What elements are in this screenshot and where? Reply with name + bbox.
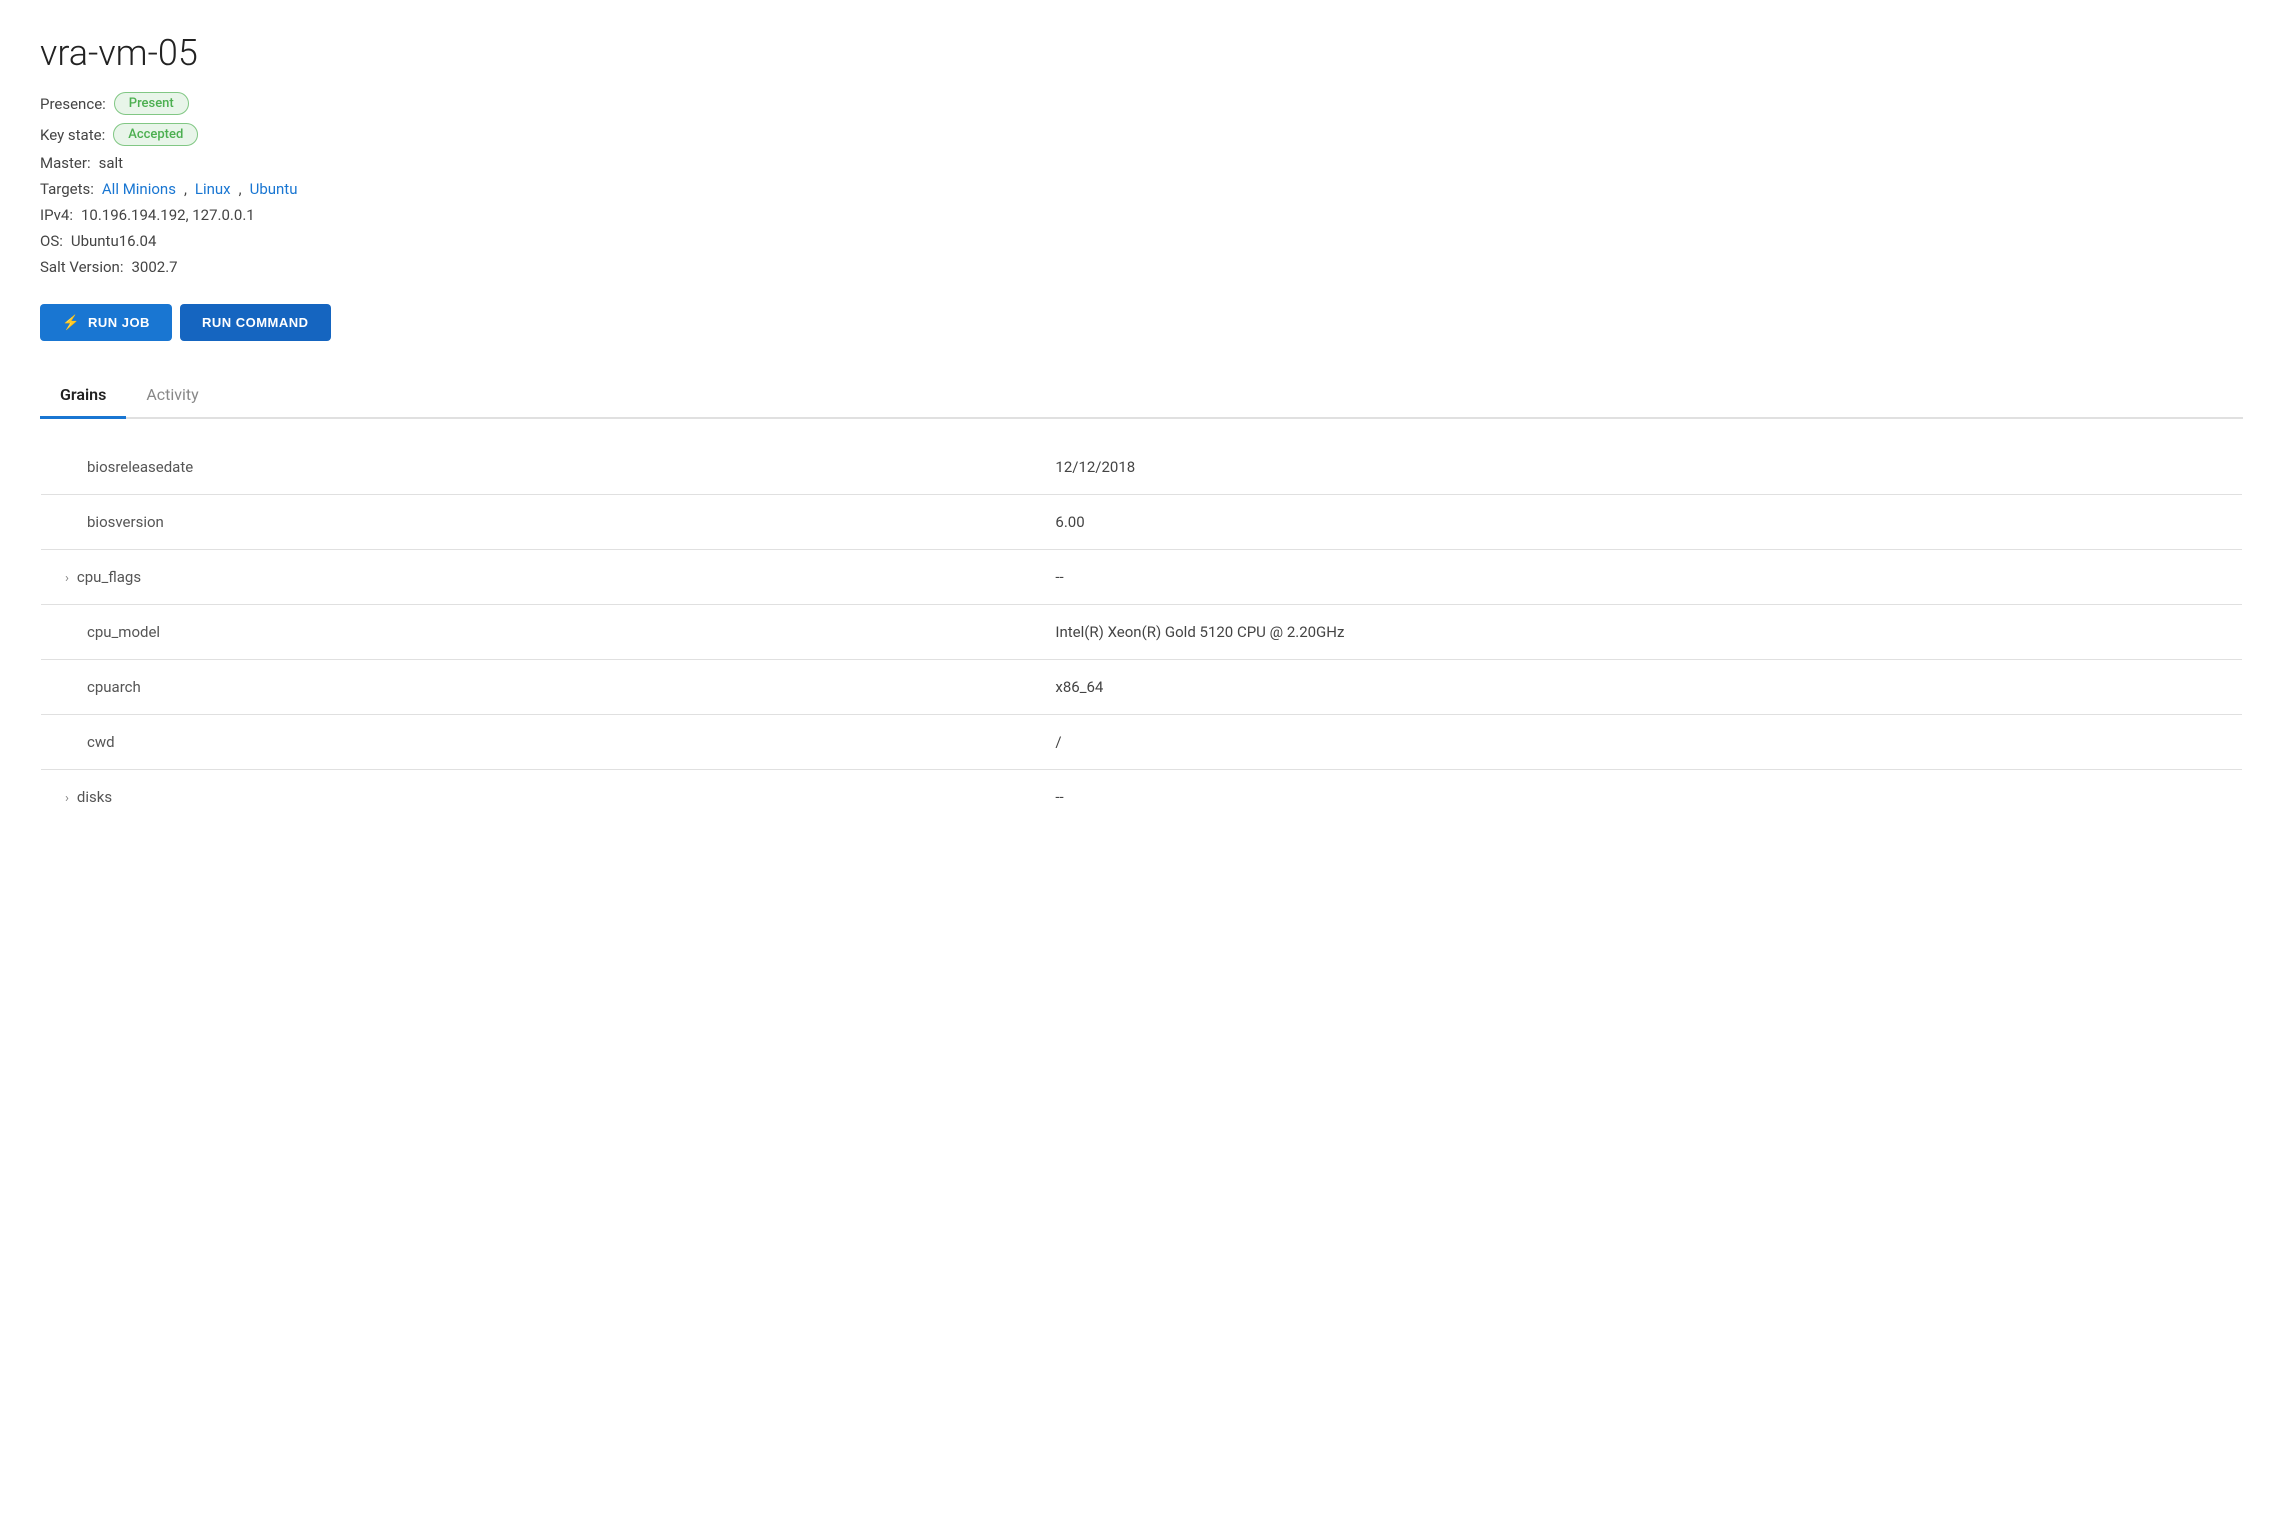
master-label: Master: xyxy=(40,154,91,172)
table-row: ›cpu_flags-- xyxy=(41,550,2243,605)
expand-icon[interactable]: › xyxy=(65,571,69,586)
grain-key: cwd xyxy=(41,715,1032,770)
grain-key: cpu_model xyxy=(41,605,1032,660)
action-buttons: ⚡ RUN JOB RUN COMMAND xyxy=(40,304,2243,341)
grain-value: / xyxy=(1031,715,2242,770)
master-value: salt xyxy=(99,154,123,172)
tab-grains[interactable]: Grains xyxy=(40,373,126,419)
grains-table: biosreleasedate12/12/2018biosversion6.00… xyxy=(40,439,2243,825)
run-job-label: RUN JOB xyxy=(88,315,150,330)
run-command-button[interactable]: RUN COMMAND xyxy=(180,304,331,341)
page-title: vra-vm-05 xyxy=(40,32,2243,74)
key-state-label: Key state: xyxy=(40,126,105,144)
grain-key: biosversion xyxy=(41,495,1032,550)
salt-version-row: Salt Version: 3002.7 xyxy=(40,258,2243,276)
presence-badge: Present xyxy=(114,92,189,115)
grain-key: ›disks xyxy=(41,770,1032,825)
target-linux[interactable]: Linux xyxy=(195,180,231,198)
grain-value: 6.00 xyxy=(1031,495,2242,550)
key-state-row: Key state: Accepted xyxy=(40,123,2243,146)
os-row: OS: Ubuntu16.04 xyxy=(40,232,2243,250)
tab-activity[interactable]: Activity xyxy=(126,373,218,419)
targets-label: Targets: xyxy=(40,180,94,198)
ipv4-value: 10.196.194.192, 127.0.0.1 xyxy=(81,206,255,224)
table-row: ›disks-- xyxy=(41,770,2243,825)
grain-value: 12/12/2018 xyxy=(1031,440,2242,495)
tab-bar: Grains Activity xyxy=(40,373,2243,419)
table-row: biosversion6.00 xyxy=(41,495,2243,550)
page-container: vra-vm-05 Presence: Present Key state: A… xyxy=(0,0,2283,1539)
grain-value: Intel(R) Xeon(R) Gold 5120 CPU @ 2.20GHz xyxy=(1031,605,2242,660)
key-state-badge: Accepted xyxy=(113,123,198,146)
target-ubuntu[interactable]: Ubuntu xyxy=(250,180,298,198)
grain-value: -- xyxy=(1031,550,2242,605)
salt-version-value: 3002.7 xyxy=(131,258,177,276)
os-value: Ubuntu16.04 xyxy=(71,232,157,250)
presence-label: Presence: xyxy=(40,95,106,113)
run-job-button[interactable]: ⚡ RUN JOB xyxy=(40,304,172,341)
presence-row: Presence: Present xyxy=(40,92,2243,115)
grain-key: ›cpu_flags xyxy=(41,550,1032,605)
ipv4-row: IPv4: 10.196.194.192, 127.0.0.1 xyxy=(40,206,2243,224)
os-label: OS: xyxy=(40,232,63,250)
master-row: Master: salt xyxy=(40,154,2243,172)
target-all-minions[interactable]: All Minions xyxy=(102,180,176,198)
grain-value: -- xyxy=(1031,770,2242,825)
grain-key: cpuarch xyxy=(41,660,1032,715)
table-row: cpu_modelIntel(R) Xeon(R) Gold 5120 CPU … xyxy=(41,605,2243,660)
run-command-label: RUN COMMAND xyxy=(202,315,309,330)
grain-value: x86_64 xyxy=(1031,660,2242,715)
table-row: biosreleasedate12/12/2018 xyxy=(41,440,2243,495)
table-row: cwd/ xyxy=(41,715,2243,770)
lightning-icon: ⚡ xyxy=(62,314,80,331)
targets-row: Targets: All Minions , Linux , Ubuntu xyxy=(40,180,2243,198)
grain-key: biosreleasedate xyxy=(41,440,1032,495)
salt-version-label: Salt Version: xyxy=(40,258,123,276)
table-row: cpuarchx86_64 xyxy=(41,660,2243,715)
ipv4-label: IPv4: xyxy=(40,206,73,224)
expand-icon[interactable]: › xyxy=(65,791,69,806)
